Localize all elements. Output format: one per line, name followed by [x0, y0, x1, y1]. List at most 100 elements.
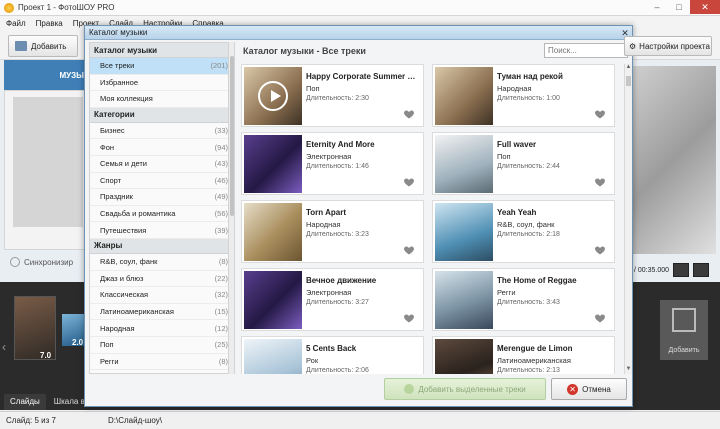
preview-area	[632, 66, 716, 254]
track-title: Happy Corporate Summer J...	[306, 72, 418, 81]
category-item[interactable]: Спорт (46)	[90, 173, 234, 190]
track-artwork[interactable]	[435, 271, 493, 329]
add-slide-button[interactable]: Добавить	[660, 300, 708, 360]
category-item[interactable]: Семья и дети (43)	[90, 156, 234, 173]
category-item[interactable]: Латиноамериканская (15)	[90, 304, 234, 321]
tab-slides[interactable]: Слайды	[4, 394, 46, 410]
track-artwork[interactable]	[435, 339, 493, 374]
track-artwork[interactable]	[435, 67, 493, 125]
category-item[interactable]: R&B, соул, фанк (8)	[90, 254, 234, 271]
camera-icon[interactable]	[673, 263, 690, 277]
track-card[interactable]: Full waver Поп Длительность: 2:44	[432, 132, 615, 195]
add-photo-icon	[15, 41, 27, 51]
tab-music[interactable]: МУЗЫ	[4, 60, 88, 90]
maximize-icon[interactable]: □	[668, 0, 690, 14]
track-duration: Длительность: 2:06	[306, 367, 369, 374]
category-count: (43)	[214, 159, 228, 169]
category-item[interactable]: Все треки (201)	[90, 58, 234, 75]
track-card[interactable]: Eternity And More Электронная Длительность…	[241, 132, 424, 195]
heart-icon[interactable]	[403, 244, 415, 256]
add-selected-tracks-button[interactable]: Добавить выделенные треки	[384, 378, 546, 400]
slide-duration: 7.0	[40, 351, 52, 360]
track-artwork[interactable]	[244, 135, 302, 193]
statusbar: Слайд: 5 из 7 D:\Слайд-шоу\	[0, 411, 720, 429]
track-card[interactable]: Туман над рекой Народная Длительность: 1:0…	[432, 64, 615, 127]
heart-icon[interactable]	[594, 108, 606, 120]
track-genre: Поп	[306, 84, 320, 93]
track-genre: Регги	[497, 288, 516, 297]
category-label: Избранное	[100, 77, 139, 87]
category-item[interactable]: Джаз и блюз (22)	[90, 271, 234, 288]
category-count: (39)	[214, 225, 228, 235]
sync-row[interactable]: Синхронизир	[10, 257, 73, 267]
track-title: Merengue de Limon	[497, 344, 573, 353]
cancel-icon: ✕	[567, 383, 579, 395]
heart-icon[interactable]	[403, 108, 415, 120]
track-artwork[interactable]	[435, 135, 493, 193]
project-settings-button[interactable]: ⚙ Настройки проекта	[624, 36, 712, 56]
scroll-down-icon[interactable]: ▼	[625, 366, 632, 374]
track-card[interactable]: Happy Corporate Summer J... Поп Длительнос…	[241, 64, 424, 127]
menu-file[interactable]: Файл	[6, 19, 26, 28]
category-item[interactable]: Народная (12)	[90, 320, 234, 337]
category-scrollbar[interactable]	[228, 42, 234, 374]
minimize-icon[interactable]: –	[646, 0, 668, 14]
track-artwork[interactable]	[244, 339, 302, 374]
track-scrollbar[interactable]: ▲ ▼	[624, 64, 632, 374]
category-item[interactable]: Избранное	[90, 75, 234, 92]
track-card[interactable]: 5 Cents Back Рок Длительность: 2:06	[241, 336, 424, 374]
track-card[interactable]: Yeah Yeah R&B, соул, фанк Длительность: 2:…	[432, 200, 615, 263]
add-button[interactable]: Добавить	[8, 35, 78, 57]
heart-icon[interactable]	[403, 312, 415, 324]
track-card[interactable]: Вечное движение Электронная Длительность: …	[241, 268, 424, 331]
status-slide-count: Слайд: 5 из 7	[6, 416, 56, 425]
category-item[interactable]: Свадьба и романтика (56)	[90, 206, 234, 223]
search-input[interactable]	[544, 43, 628, 58]
status-path: D:\Слайд-шоу\	[108, 416, 162, 425]
heart-icon[interactable]	[594, 244, 606, 256]
category-label: Латиноамериканская	[100, 307, 174, 317]
category-item[interactable]: Бизнес (33)	[90, 123, 234, 140]
track-artwork[interactable]	[244, 67, 302, 125]
category-count: (32)	[214, 290, 228, 300]
category-count: (46)	[214, 175, 228, 185]
fullscreen-icon[interactable]	[693, 263, 710, 277]
category-item[interactable]: Классическая (32)	[90, 287, 234, 304]
category-item[interactable]: Регги (8)	[90, 354, 234, 371]
gear-icon: ⚙	[629, 41, 637, 51]
category-item[interactable]: Моя коллекция	[90, 91, 234, 108]
close-icon[interactable]: ✕	[690, 0, 720, 14]
category-label: R&B, соул, фанк	[100, 257, 158, 267]
track-artwork[interactable]	[244, 271, 302, 329]
track-genre: R&B, соул, фанк	[497, 220, 555, 229]
category-item[interactable]: Фон (94)	[90, 139, 234, 156]
track-card[interactable]: Torn Apart Народная Длительность: 3:23	[241, 200, 424, 263]
track-artwork[interactable]	[435, 203, 493, 261]
time-row: / 00:35.000	[634, 263, 710, 277]
category-item[interactable]: Путешествия (39)	[90, 222, 234, 239]
scroll-up-icon[interactable]: ▲	[625, 64, 632, 72]
track-card[interactable]: Merengue de Limon Латиноамериканская Длите…	[432, 336, 615, 374]
heart-icon[interactable]	[594, 176, 606, 188]
scrollbar-thumb[interactable]	[230, 56, 234, 216]
time-display: / 00:35.000	[634, 266, 670, 274]
chevron-left-icon[interactable]: ‹	[2, 340, 6, 354]
category-label: Джаз и блюз	[100, 273, 144, 283]
track-card[interactable]: The Home of Reggae Регги Длительность: 3:4…	[432, 268, 615, 331]
track-duration: Длительность: 2:13	[497, 367, 560, 374]
track-grid: Happy Corporate Summer J... Поп Длительнос…	[241, 64, 625, 374]
category-item[interactable]: Поп (25)	[90, 337, 234, 354]
scrollbar-thumb[interactable]	[626, 76, 631, 86]
heart-icon[interactable]	[403, 176, 415, 188]
cancel-button[interactable]: ✕ Отмена	[551, 378, 627, 400]
tracks-header: Каталог музыки - Все треки	[243, 46, 366, 56]
slide-duration: 2.0	[72, 338, 84, 347]
heart-icon[interactable]	[594, 312, 606, 324]
menu-edit[interactable]: Правка	[36, 19, 63, 28]
category-item[interactable]: Праздник (49)	[90, 189, 234, 206]
play-icon[interactable]	[258, 81, 288, 111]
track-artwork[interactable]	[244, 203, 302, 261]
category-section-header: Жанры	[90, 238, 234, 254]
track-genre: Латиноамериканская	[497, 356, 571, 365]
category-count: (201)	[210, 61, 228, 71]
